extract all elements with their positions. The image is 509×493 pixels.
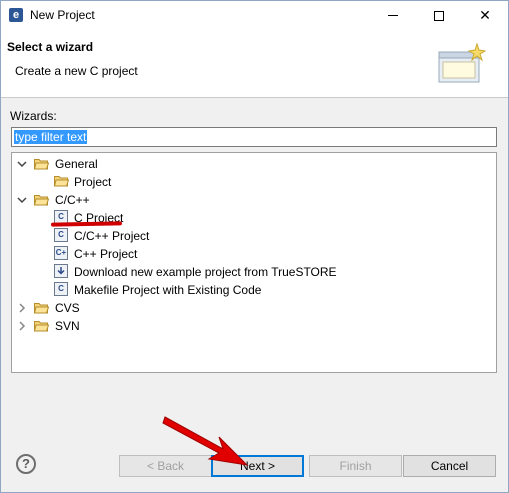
folder-open-icon <box>34 195 49 206</box>
minimize-icon <box>388 15 398 16</box>
app-icon: e <box>9 8 23 22</box>
close-icon: ✕ <box>479 7 491 23</box>
chevron-right-icon[interactable] <box>16 317 28 335</box>
cpp-project-icon: C <box>54 228 68 242</box>
tree-item-svn[interactable]: SVN <box>55 317 80 335</box>
minimize-button[interactable] <box>370 1 416 30</box>
wizard-tree[interactable]: General Project C/C++ C C Project C C/C+… <box>11 152 497 373</box>
project-icon <box>54 176 69 187</box>
tree-item-download-example[interactable]: Download new example project from TrueST… <box>74 263 337 281</box>
cplusplus-project-icon: C+ <box>54 246 68 260</box>
wizard-header: Select a wizard Create a new C project <box>1 30 508 98</box>
download-icon <box>54 264 68 278</box>
maximize-button[interactable] <box>416 1 462 30</box>
chevron-down-icon[interactable] <box>16 155 28 173</box>
page-description: Create a new C project <box>15 64 138 78</box>
folder-icon <box>34 303 49 314</box>
window-title: New Project <box>30 8 95 22</box>
tree-item-c-cpp[interactable]: C/C++ <box>55 191 90 209</box>
folder-open-icon <box>34 159 49 170</box>
wizards-label: Wizards: <box>10 109 57 123</box>
title-bar: e New Project ✕ <box>1 1 508 30</box>
wizard-banner-icon <box>438 42 487 83</box>
tree-item-cplusplus-project[interactable]: C++ Project <box>74 245 137 263</box>
tree-item-general[interactable]: General <box>55 155 98 173</box>
tree-item-c-cpp-project[interactable]: C/C++ Project <box>74 227 149 245</box>
maximize-icon <box>434 10 444 21</box>
tree-item-cvs[interactable]: CVS <box>55 299 80 317</box>
close-button[interactable]: ✕ <box>462 1 508 30</box>
folder-icon <box>34 321 49 332</box>
makefile-icon: C <box>54 282 68 296</box>
finish-button[interactable]: Finish <box>309 455 402 477</box>
page-title: Select a wizard <box>7 40 94 54</box>
chevron-down-icon[interactable] <box>16 191 28 209</box>
new-project-dialog: e New Project ✕ Select a wizard Create a… <box>0 0 509 493</box>
chevron-right-icon[interactable] <box>16 299 28 317</box>
help-button[interactable]: ? <box>16 454 36 474</box>
filter-input-text: type filter text <box>14 130 88 144</box>
cancel-button[interactable]: Cancel <box>403 455 496 477</box>
tree-item-makefile-project[interactable]: Makefile Project with Existing Code <box>74 281 261 299</box>
annotation-arrow-icon <box>162 416 249 466</box>
tree-item-project[interactable]: Project <box>74 173 111 191</box>
